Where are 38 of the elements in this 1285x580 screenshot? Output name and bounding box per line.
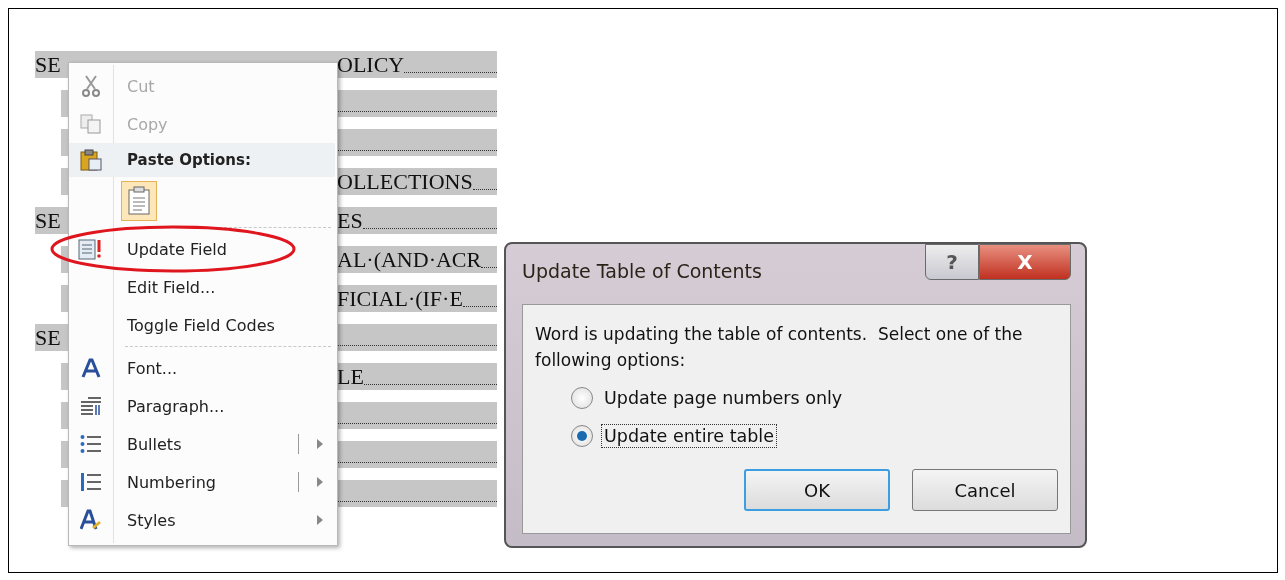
toc-text: ES: [337, 208, 363, 234]
help-button[interactable]: ?: [925, 244, 979, 280]
toc-text: FICIAL·(IF·E: [337, 286, 463, 312]
toc-text: LE: [337, 364, 364, 390]
toc-text: OLLECTIONS: [337, 169, 473, 195]
font-icon: [81, 358, 101, 378]
copy-icon: [80, 114, 102, 134]
radio-button[interactable]: [571, 425, 593, 447]
menu-item[interactable]: Toggle Field Codes: [69, 306, 337, 344]
menu-header: Paste Options:: [127, 151, 251, 169]
radio-label[interactable]: Update page numbers only: [601, 386, 846, 410]
numbered-list-icon: [80, 472, 102, 492]
paragraph-icon: [80, 396, 102, 416]
toc-text: SE: [35, 325, 61, 350]
menu-item[interactable]: Styles: [69, 501, 337, 539]
toc-text: OLICY: [337, 52, 405, 78]
clipboard-icon: [79, 148, 103, 172]
scissors-icon: [82, 75, 100, 97]
ok-button[interactable]: OK: [744, 469, 890, 511]
menu-item[interactable]: Numbering: [69, 463, 337, 501]
toc-text: SE: [35, 208, 61, 233]
close-button[interactable]: X: [979, 244, 1071, 280]
radio-label[interactable]: Update entire table: [601, 424, 777, 448]
cancel-button[interactable]: Cancel: [912, 469, 1058, 511]
dialog-title: Update Table of Contents: [522, 260, 762, 282]
styles-icon: [80, 509, 102, 531]
menu-item[interactable]: Font...: [69, 349, 337, 387]
menu-item[interactable]: Paragraph...: [69, 387, 337, 425]
menu-item[interactable]: Update Field: [69, 230, 337, 268]
menu-item[interactable]: Edit Field...: [69, 268, 337, 306]
toc-text: AL·(AND·ACR: [337, 247, 482, 273]
bullet-list-icon: [80, 434, 102, 454]
paste-button[interactable]: [121, 181, 157, 221]
document-exclamation-icon: [78, 238, 104, 260]
radio-button[interactable]: [571, 387, 593, 409]
dialog-message: Word is updating the table of contents. Select one of the following options:: [535, 323, 1024, 372]
menu-item[interactable]: Bullets: [69, 425, 337, 463]
toc-text: SE: [35, 52, 61, 77]
